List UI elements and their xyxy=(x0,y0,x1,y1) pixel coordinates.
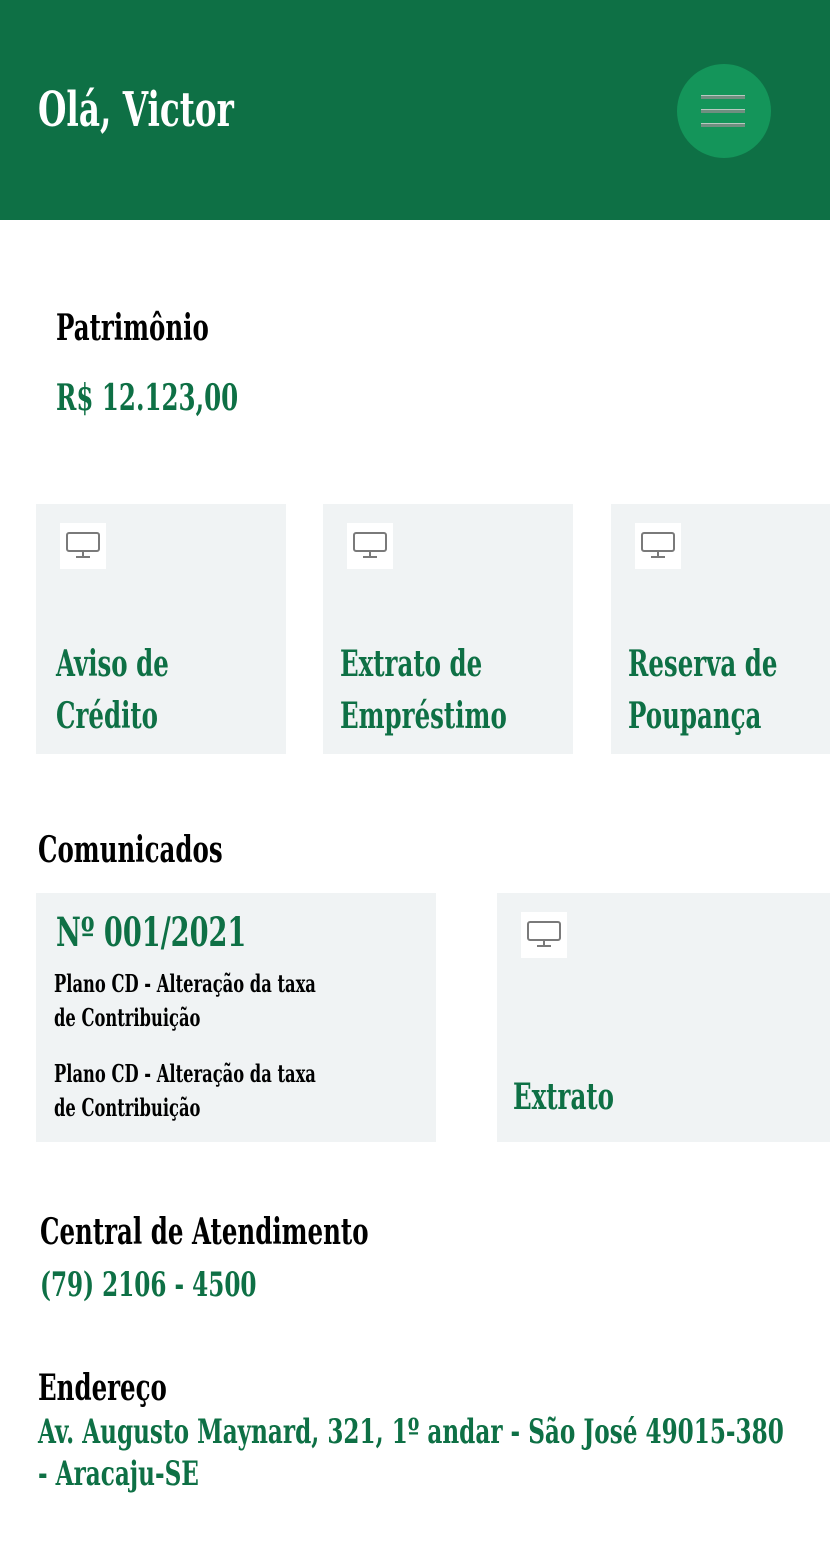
monitor-icon xyxy=(521,912,567,958)
patrimonio-label: Patrimônio xyxy=(56,307,209,349)
greeting-title: Olá, Victor xyxy=(38,82,234,138)
central-phone[interactable]: (79) 2106 - 4500 xyxy=(40,1264,256,1306)
menu-button[interactable] xyxy=(677,64,771,158)
notice-number: Nº 001/2021 xyxy=(56,909,247,956)
card-label: Extrato xyxy=(513,1076,614,1118)
card-aviso-de-credito[interactable]: Aviso de Crédito xyxy=(36,504,286,754)
monitor-icon xyxy=(347,523,393,569)
card-reserva-de-poupanca[interactable]: Reserva de Poupança xyxy=(611,504,830,754)
monitor-icon xyxy=(60,523,106,569)
card-label: Reserva de Poupança xyxy=(628,643,778,737)
notice-item: Plano CD - Alteração da taxa de Contribui… xyxy=(54,1059,316,1122)
card-extrato-de-emprestimo[interactable]: Extrato de Empréstimo xyxy=(323,504,573,754)
app-header: Olá, Victor xyxy=(0,0,830,220)
monitor-icon xyxy=(635,523,681,569)
patrimonio-value: R$ 12.123,00 xyxy=(56,377,239,419)
endereco-line: - Aracaju-SE xyxy=(38,1454,199,1494)
card-label: Extrato de Empréstimo xyxy=(340,643,507,737)
card-extrato[interactable]: Extrato xyxy=(497,893,830,1142)
central-label: Central de Atendimento xyxy=(40,1211,369,1253)
card-label: Aviso de Crédito xyxy=(56,643,169,737)
endereco-label: Endereço xyxy=(38,1367,167,1409)
notice-card[interactable]: Nº 001/2021 Plano CD - Alteração da taxa… xyxy=(36,893,436,1142)
notice-item: Plano CD - Alteração da taxa de Contribui… xyxy=(54,969,316,1032)
comunicados-title: Comunicados xyxy=(38,829,223,871)
endereco-line: Av. Augusto Maynard, 321, 1º andar - São… xyxy=(38,1412,784,1452)
